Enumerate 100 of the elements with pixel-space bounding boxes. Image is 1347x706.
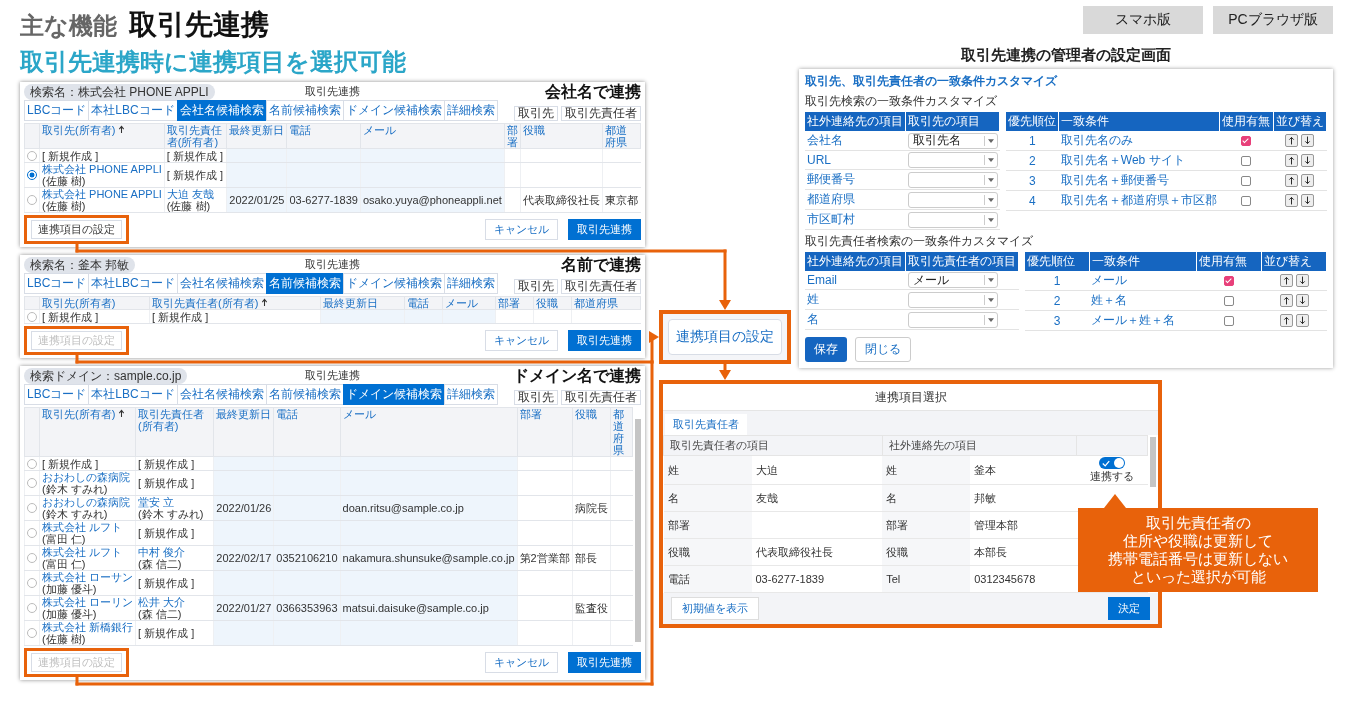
link-cell[interactable]: 中村 俊介 (森 信二) [138,546,212,570]
tab[interactable]: ドメイン候補検索 [342,273,445,294]
radio-button[interactable] [27,553,37,563]
column-header[interactable]: 取引先責任者(所有者) [166,124,225,148]
filter-button[interactable]: 取引先 [514,106,558,121]
move-up-button[interactable] [1285,173,1299,187]
radio-button[interactable] [27,458,37,469]
tab[interactable]: 詳細検索 [443,384,498,405]
checkbox[interactable] [1241,156,1252,167]
column-header[interactable]: メール [444,297,494,309]
filter-button[interactable]: 取引先責任者 [561,106,641,121]
move-down-button[interactable] [1295,313,1309,327]
checkbox[interactable] [1241,196,1252,207]
link-cell[interactable]: おおわしの森病院 (鈴木 すみれ) [42,496,134,520]
search-chip: 検索ドメイン：sample.co.jp [24,367,188,384]
link-button[interactable]: 取引先連携 [568,652,641,673]
link-cell[interactable]: おおわしの森病院 (鈴木 すみれ) [42,471,134,495]
move-down-button[interactable] [1295,293,1309,307]
settings-button[interactable]: 連携項目の設定 [31,220,122,239]
cancel-button[interactable]: キャンセル [485,330,558,351]
tab[interactable]: 会社名候補検索 [176,100,267,121]
tab[interactable]: 名前候補検索 [265,384,344,405]
field-label: 名 [807,312,819,326]
column-header: 使用有無 [1222,114,1271,128]
close-button[interactable]: 閉じる [855,337,911,362]
checkbox[interactable] [1241,176,1252,187]
move-up-button[interactable] [1279,273,1293,287]
tab[interactable]: LBCコード [24,384,90,405]
link-cell[interactable]: 株式会社 ルフト (富田 仁) [42,546,134,570]
tab[interactable]: 本社LBCコード [88,100,178,121]
link-cell[interactable]: 株式会社 新橋銀行 (佐藤 樹) [42,621,134,645]
scrollbar[interactable] [635,419,641,642]
reset-button[interactable]: 初期値を表示 [671,597,759,621]
link-cell[interactable]: 株式会社 ローリン (加藤 優斗) [42,596,134,620]
condition-label: メール [1091,273,1128,287]
link-cell[interactable]: 大迫 友哉 (佐藤 樹) [166,188,225,212]
link-button[interactable]: 取引先連携 [568,219,641,240]
filter-button[interactable]: 取引先 [514,390,558,405]
condition-label: メール＋姓＋名 [1091,313,1176,327]
filter-button[interactable]: 取引先 [514,279,558,294]
link-cell[interactable]: 松井 大介 (森 信二) [138,596,212,620]
tab[interactable]: LBCコード [24,273,90,294]
tab[interactable]: 名前候補検索 [265,273,344,294]
checkbox[interactable] [1224,296,1235,307]
tab[interactable]: 会社名候補検索 [176,273,267,294]
save-button[interactable]: 保存 [805,337,847,362]
radio-button[interactable] [27,528,37,538]
move-down-button[interactable] [1295,273,1309,287]
field-value: 0312345678 [974,573,1036,586]
cancel-button[interactable]: キャンセル [485,652,558,673]
move-up-button[interactable] [1285,133,1299,147]
tab[interactable]: 詳細検索 [443,273,498,294]
cancel-button[interactable]: キャンセル [485,219,558,240]
tab[interactable]: 名前候補検索 [265,100,344,121]
move-up-button[interactable] [1279,293,1293,307]
tab[interactable]: 取引先責任者 [665,414,747,435]
link-cell[interactable]: 株式会社 PHONE APPLI (佐藤 樹) [42,163,162,187]
radio-button[interactable] [27,311,37,322]
radio-button[interactable] [27,503,37,513]
link-cell[interactable]: 堂安 立 (鈴木 すみれ) [138,496,212,520]
tab[interactable]: ドメイン候補検索 [342,100,445,121]
link-cell[interactable]: 株式会社 PHONE APPLI (佐藤 樹) [42,188,162,212]
column-header[interactable]: 部署 [506,124,519,148]
filter-button[interactable]: 取引先責任者 [561,390,641,405]
radio-button[interactable] [27,195,37,205]
scrollbar[interactable] [1150,437,1156,487]
radio-button[interactable] [27,628,37,638]
dialog-title: 取引先連携 [305,257,360,272]
toggle-switch[interactable] [1099,457,1125,470]
tab[interactable]: LBCコード [24,100,90,121]
condition-label: 取引先名＋都道府県＋市区郡 [1060,193,1217,207]
checkbox[interactable] [1241,136,1252,147]
move-down-button[interactable] [1301,193,1315,207]
filter-button[interactable]: 取引先責任者 [561,279,641,294]
radio-button[interactable] [27,170,37,180]
tab[interactable]: 本社LBCコード [88,384,178,405]
checkbox[interactable] [1224,316,1235,327]
radio-button[interactable] [27,603,37,613]
move-down-button[interactable] [1301,153,1315,167]
tab[interactable]: 詳細検索 [443,100,498,121]
settings-button[interactable]: 連携項目の設定 [668,319,782,355]
move-up-button[interactable] [1285,153,1299,167]
dropdown[interactable]: 取引先名 [907,132,998,149]
link-cell[interactable]: 株式会社 ルフト (富田 仁) [42,521,134,545]
radio-button[interactable] [27,478,37,488]
link-button[interactable]: 取引先連携 [568,330,641,351]
move-down-button[interactable] [1301,133,1315,147]
tab[interactable]: 本社LBCコード [88,273,178,294]
checkbox[interactable] [1224,276,1235,287]
dropdown[interactable]: メール [907,272,998,288]
tab[interactable]: 会社名候補検索 [176,384,267,405]
rank-number: 3 [1029,173,1036,188]
tab[interactable]: ドメイン候補検索 [342,384,445,405]
ok-button[interactable]: 決定 [1108,597,1150,621]
radio-button[interactable] [27,578,37,588]
move-down-button[interactable] [1301,173,1315,187]
move-up-button[interactable] [1279,313,1293,327]
move-up-button[interactable] [1285,193,1299,207]
link-cell[interactable]: 株式会社 ローサン (加藤 優斗) [42,571,134,595]
radio-button[interactable] [27,150,37,161]
